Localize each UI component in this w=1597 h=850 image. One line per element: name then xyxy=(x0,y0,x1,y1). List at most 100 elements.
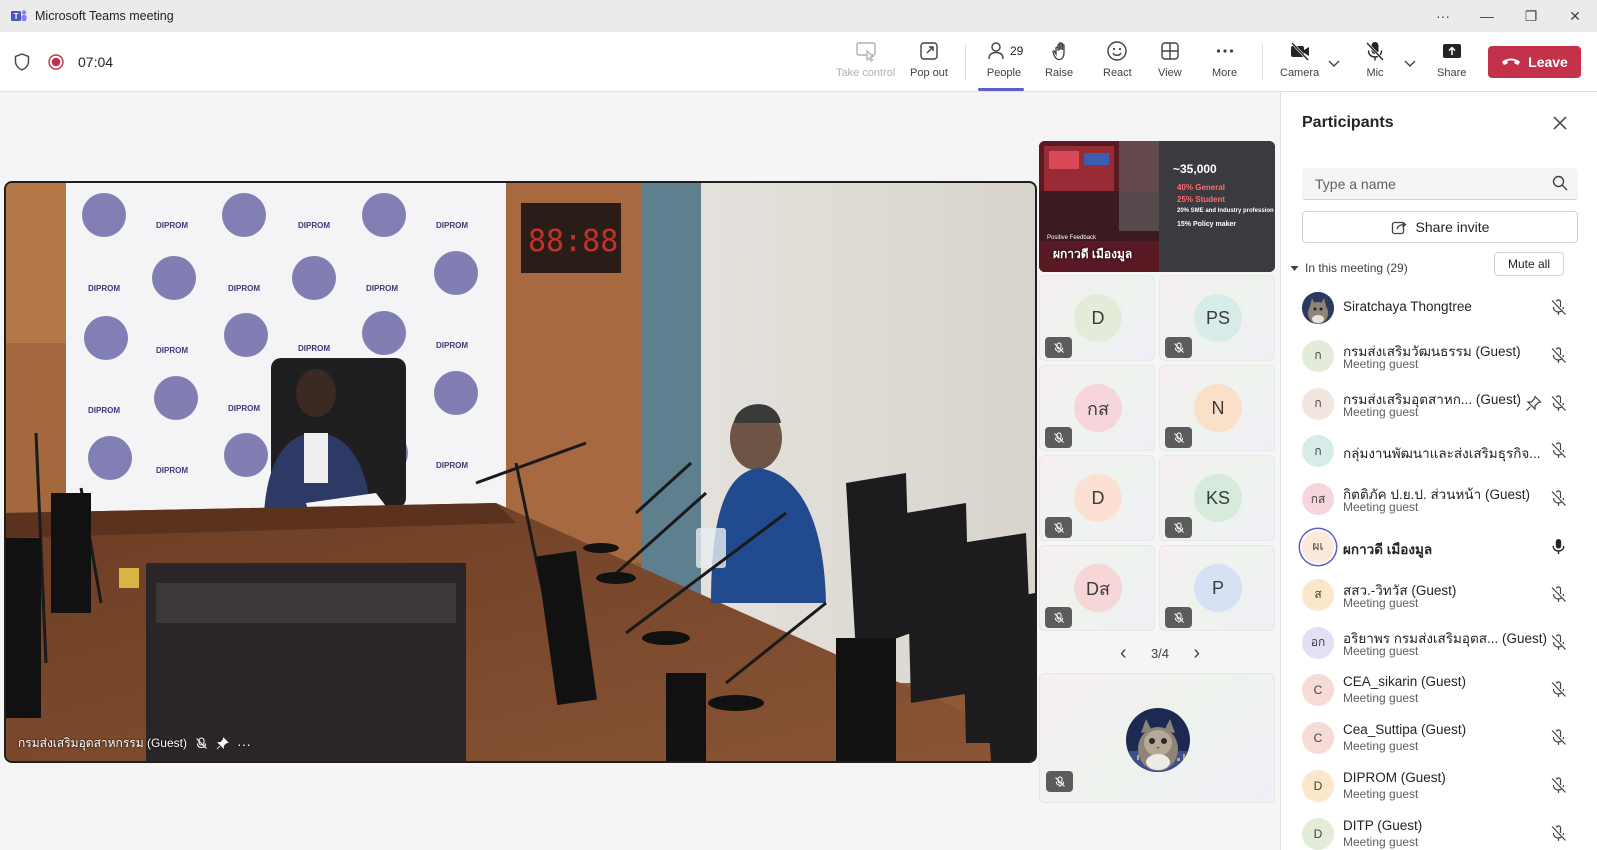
emoji-icon xyxy=(1107,41,1128,61)
share-button[interactable]: Share xyxy=(1437,40,1466,86)
gallery-tile[interactable]: PS xyxy=(1159,275,1275,361)
camera-button[interactable]: Camera xyxy=(1280,40,1319,86)
tile-muted-indicator xyxy=(1045,427,1072,448)
gallery-tile[interactable]: P xyxy=(1159,545,1275,631)
people-icon xyxy=(988,42,1004,60)
share-invite-button[interactable]: Share invite xyxy=(1302,211,1578,243)
slide-footer: Positive Feedback xyxy=(1047,235,1097,241)
gallery-tile-avatar: D xyxy=(1074,474,1122,522)
svg-text:DIPROM: DIPROM xyxy=(228,404,260,413)
participant-row[interactable]: D DITP (Guest) Meeting guest xyxy=(1281,810,1597,850)
search-icon[interactable] xyxy=(1552,175,1568,191)
participant-row[interactable]: C Cea_Suttipa (Guest) Meeting guest xyxy=(1281,714,1597,762)
mic-off-icon[interactable] xyxy=(1550,681,1567,698)
participant-avatar xyxy=(1302,292,1334,324)
participant-role: Meeting guest xyxy=(1343,739,1419,754)
mic-button[interactable]: Mic xyxy=(1364,40,1386,86)
hang-up-icon xyxy=(1502,58,1521,65)
participant-row[interactable]: กกรมส่งเสริมอุตสาหก... (Guest) Meeting gu… xyxy=(1281,380,1597,428)
mic-off-icon[interactable] xyxy=(1550,442,1567,459)
participant-list: Siratchaya Thongtree กกรมส่งเสริมวัฒนธรรม… xyxy=(1281,284,1597,850)
title-bar: T Microsoft Teams meeting ··· — ❐ ✕ xyxy=(0,0,1597,32)
participant-avatar: อก xyxy=(1302,626,1334,659)
main-video-stage[interactable]: 88:88 DIPROM DIPROM DIPROM DIPROM DIPROM DIP… xyxy=(4,181,1037,763)
gallery-tile-avatar: N xyxy=(1194,384,1242,432)
participant-row[interactable]: ผเ ผกาวดี เมืองมูล xyxy=(1281,523,1597,571)
mic-off-icon[interactable] xyxy=(1550,586,1567,603)
participant-photo xyxy=(1302,292,1334,324)
gallery-tile-avatar: กส xyxy=(1074,384,1122,432)
more-actions-button[interactable]: More xyxy=(1212,40,1237,86)
ellipsis-icon xyxy=(1216,49,1233,53)
meeting-room-video: 88:88 DIPROM DIPROM DIPROM DIPROM DIPROM DIP… xyxy=(6,183,1035,761)
svg-text:DIPROM: DIPROM xyxy=(156,221,188,230)
pop-out-button[interactable]: Pop out xyxy=(910,40,948,86)
mic-off-icon[interactable] xyxy=(1550,777,1567,794)
camera-off-icon xyxy=(1290,42,1309,61)
mute-all-button[interactable]: Mute all xyxy=(1494,252,1564,276)
svg-text:DIPROM: DIPROM xyxy=(228,284,260,293)
stage-pin-icon[interactable] xyxy=(216,737,229,750)
participant-row[interactable]: Siratchaya Thongtree xyxy=(1281,284,1597,332)
participant-row[interactable]: สสสว.-วิทวัส (Guest) Meeting guest xyxy=(1281,571,1597,619)
gallery-tile[interactable]: KS xyxy=(1159,455,1275,541)
mic-off-icon[interactable] xyxy=(1550,299,1567,316)
mic-off-icon xyxy=(1173,432,1184,443)
participant-row[interactable]: C CEA_sikarin (Guest) Meeting guest xyxy=(1281,666,1597,714)
gallery-tile-avatar: D xyxy=(1074,294,1122,342)
grid-view-icon xyxy=(1161,42,1179,60)
participant-row[interactable]: กกรมส่งเสริมวัฒนธรรม (Guest) Meeting gues… xyxy=(1281,332,1597,380)
minimize-button[interactable]: — xyxy=(1465,0,1509,32)
gallery-page-label: 3/4 xyxy=(1150,645,1170,661)
close-icon[interactable] xyxy=(1551,114,1569,132)
close-window-button[interactable]: ✕ xyxy=(1553,0,1597,32)
take-control-button[interactable]: Take control xyxy=(836,40,895,86)
pop-out-icon xyxy=(920,42,938,60)
more-options-button[interactable]: ··· xyxy=(1421,0,1465,32)
gallery-tile[interactable]: Dส xyxy=(1039,545,1155,631)
participant-name: CEA_sikarin (Guest) xyxy=(1343,674,1467,690)
gallery-tile-avatar: Dส xyxy=(1074,564,1122,612)
mic-on-icon[interactable] xyxy=(1550,538,1567,555)
view-button[interactable]: View xyxy=(1158,40,1182,86)
gallery-tile[interactable]: กส xyxy=(1039,365,1155,451)
participant-search-input[interactable] xyxy=(1302,168,1542,199)
participant-row[interactable]: D DIPROM (Guest) Meeting guest xyxy=(1281,762,1597,810)
tile-muted-indicator xyxy=(1045,517,1072,538)
participant-row[interactable]: ก กลุ่มงานพัฒนาและส่งเสริมธุรกิจ... xyxy=(1281,427,1597,475)
stage-more-button[interactable]: ··· xyxy=(237,736,251,752)
svg-text:DIPROM: DIPROM xyxy=(156,466,188,475)
restore-button[interactable]: ❐ xyxy=(1509,0,1553,32)
gallery-tile[interactable]: D xyxy=(1039,455,1155,541)
shield-icon[interactable] xyxy=(14,53,30,71)
participant-role: Meeting guest xyxy=(1343,834,1419,849)
participant-row[interactable]: กส กิตติภัค ป.ย.ป. ส่วนหน้า (Guest) Meetin… xyxy=(1281,475,1597,523)
in-meeting-section-toggle[interactable]: In this meeting (29) xyxy=(1290,261,1408,275)
self-video-tile[interactable] xyxy=(1039,673,1275,803)
gallery-next-button[interactable]: › xyxy=(1193,642,1200,665)
mic-off-icon[interactable] xyxy=(1550,490,1567,507)
share-invite-icon xyxy=(1391,221,1407,235)
participant-avatar: ส xyxy=(1302,578,1334,611)
participant-row[interactable]: อก อริยาพร กรมส่งเสริมอุตส... (Guest) Meet… xyxy=(1281,619,1597,667)
mic-off-icon xyxy=(1173,342,1184,353)
pin-icon[interactable] xyxy=(1525,394,1542,412)
shared-content-tile[interactable]: ~35,000 40% General 25% Student 20% SME … xyxy=(1039,141,1275,272)
mic-off-icon[interactable] xyxy=(1550,825,1567,842)
react-button[interactable]: React xyxy=(1103,40,1132,86)
gallery-tile[interactable]: D xyxy=(1039,275,1155,361)
mic-off-icon[interactable] xyxy=(1550,633,1567,651)
camera-options-chevron-icon[interactable] xyxy=(1327,56,1341,70)
mic-off-icon[interactable] xyxy=(1550,729,1567,746)
mic-off-icon xyxy=(1366,42,1384,61)
people-active-indicator xyxy=(978,88,1024,91)
people-button[interactable]: 29 People xyxy=(984,40,1024,86)
mic-off-icon[interactable] xyxy=(1550,347,1567,364)
mic-options-chevron-icon[interactable] xyxy=(1403,56,1417,70)
gallery-tile[interactable]: N xyxy=(1159,365,1275,451)
mic-off-icon[interactable] xyxy=(1550,394,1567,412)
raise-hand-button[interactable]: Raise xyxy=(1045,40,1073,86)
slide-headline: ~35,000 xyxy=(1173,162,1217,176)
gallery-prev-button[interactable]: ‹ xyxy=(1120,642,1127,665)
leave-button[interactable]: Leave xyxy=(1488,46,1581,78)
